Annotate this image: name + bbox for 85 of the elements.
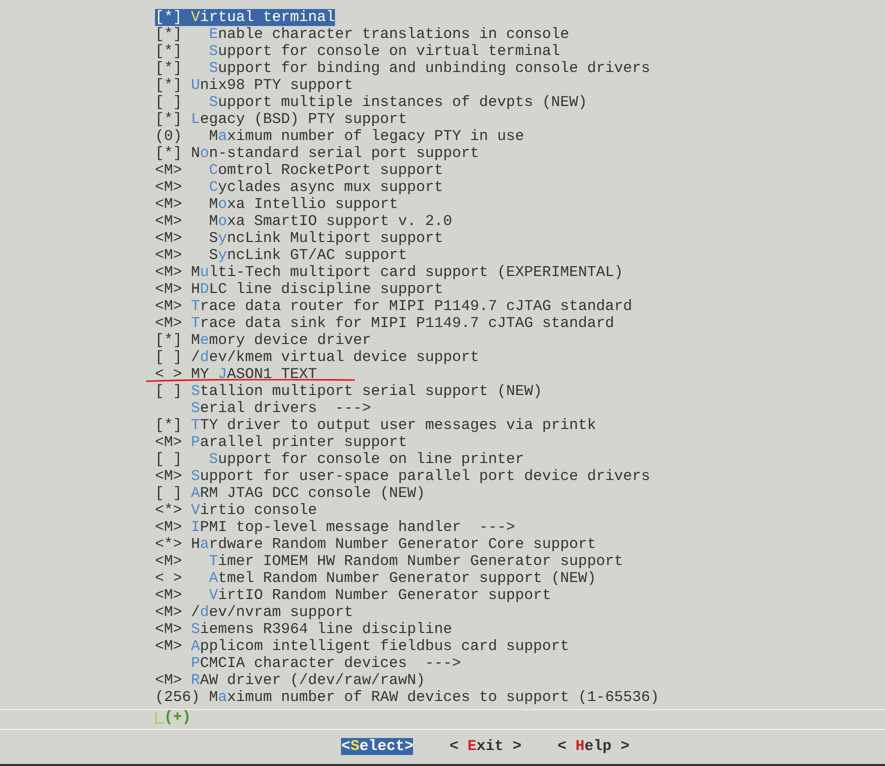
option-state: <M>: [155, 179, 182, 196]
menu-item[interactable]: HDLC line discipline support: [191, 281, 444, 298]
option-state: <*>: [155, 502, 182, 519]
option-state: [*]: [155, 9, 192, 26]
menu-item[interactable]: Maximum number of legacy PTY in use: [209, 128, 524, 145]
menu-item[interactable]: Timer IOMEM HW Random Number Generator support: [209, 553, 624, 570]
menu-item[interactable]: Moxa SmartIO support v. 2.0: [209, 213, 452, 230]
option-state: <M>: [155, 281, 182, 298]
option-state: <M>: [155, 587, 182, 604]
menu-item[interactable]: Maximum number of RAW devices to support (1-65536): [209, 689, 660, 706]
option-state: < >: [155, 366, 182, 383]
option-state: <M>: [155, 315, 182, 332]
option-state: [ ]: [155, 94, 182, 111]
menu-item[interactable]: Cyclades async mux support: [209, 179, 444, 196]
option-state: [*]: [155, 26, 182, 43]
more-indicator: (+): [164, 710, 192, 726]
menu-item[interactable]: Memory device driver: [191, 332, 372, 349]
menu-item[interactable]: Moxa Intellio support: [209, 196, 398, 213]
menu-item[interactable]: Serial drivers --->: [191, 400, 372, 417]
option-state: (256): [155, 689, 200, 706]
option-state: <M>: [155, 553, 182, 570]
option-state: <M>: [155, 621, 182, 638]
option-state: <M>: [155, 298, 182, 315]
menu-item[interactable]: Non-standard serial port support: [191, 145, 480, 162]
option-state: [*]: [155, 77, 182, 94]
menu-item[interactable]: Legacy (BSD) PTY support: [191, 111, 408, 128]
option-state: <M>: [155, 247, 182, 264]
option-state: <M>: [155, 213, 182, 230]
menu-item[interactable]: Hardware Random Number Generator Core support: [191, 536, 596, 553]
option-state: [ ]: [155, 451, 182, 468]
menu-item[interactable]: Virtio console: [191, 502, 318, 519]
option-state: <M>: [155, 519, 182, 536]
option-state: <M>: [155, 604, 182, 621]
menu-item[interactable]: IPMI top-level message handler --->: [191, 519, 516, 536]
option-state: [*]: [155, 332, 182, 349]
corner-line-icon: [155, 712, 164, 724]
option-state: <M>: [155, 264, 182, 281]
menu-item[interactable]: VirtIO Random Number Generator support: [209, 587, 552, 604]
menu-item[interactable]: PCMCIA character devices --->: [191, 655, 462, 672]
dialog-button[interactable]: <Select>: [341, 738, 414, 755]
menu-item[interactable]: SyncLink Multiport support: [209, 230, 444, 247]
menu-item[interactable]: /dev/nvram support: [191, 604, 354, 621]
menu-item[interactable]: Parallel printer support: [191, 434, 408, 451]
menu-item[interactable]: Enable character translations in console: [209, 26, 570, 43]
option-state: <M>: [155, 162, 182, 179]
option-state: <M>: [155, 468, 182, 485]
option-state: [*]: [155, 111, 182, 128]
menu-item[interactable]: ARM JTAG DCC console (NEW): [191, 485, 426, 502]
menu-item[interactable]: Support for binding and unbinding console drivers: [209, 60, 650, 77]
menu-item[interactable]: Virtual terminal: [191, 9, 336, 26]
menu-item[interactable]: Comtrol RocketPort support: [209, 162, 444, 179]
option-state: [*]: [155, 145, 182, 162]
menu-item[interactable]: Support for console on virtual terminal: [209, 43, 560, 60]
option-state: [ ]: [155, 383, 182, 400]
option-state: <M>: [155, 196, 182, 213]
menu-item[interactable]: Support multiple instances of devpts (NEW): [209, 94, 588, 111]
menu-item[interactable]: Support for console on line printer: [209, 451, 524, 468]
dialog-button[interactable]: < Help >: [558, 738, 630, 755]
menu-item[interactable]: Atmel Random Number Generator support (NEW): [209, 570, 596, 587]
menu-item[interactable]: Multi-Tech multiport card support (EXPERIMENTAL): [191, 264, 624, 281]
menu-item[interactable]: /dev/kmem virtual device support: [191, 349, 480, 366]
menu-item[interactable]: SyncLink GT/AC support: [209, 247, 408, 264]
dialog-button[interactable]: < Exit >: [449, 738, 522, 755]
option-state: [ ]: [155, 349, 182, 366]
option-state: <*>: [155, 536, 182, 553]
menu-item[interactable]: Trace data sink for MIPI P1149.7 cJTAG standard: [191, 315, 614, 332]
option-state: [ ]: [155, 485, 182, 502]
option-state: [*]: [155, 60, 182, 77]
menu-item[interactable]: RAW driver (/dev/raw/rawN): [191, 672, 426, 689]
option-state: <M>: [155, 230, 182, 247]
option-state: <M>: [155, 638, 182, 655]
menu-item[interactable]: Siemens R3964 line discipline: [191, 621, 452, 638]
option-state: <M>: [155, 672, 182, 689]
option-state: (0): [155, 128, 182, 145]
menu-item[interactable]: Applicom intelligent fieldbus card support: [191, 638, 570, 655]
menu-item[interactable]: Unix98 PTY support: [191, 77, 354, 94]
option-state: [*]: [155, 417, 182, 434]
menu-item[interactable]: Support for user-space parallel port device drivers: [191, 468, 650, 485]
option-state: <M>: [155, 434, 182, 451]
option-state: < >: [155, 570, 182, 587]
menu-item[interactable]: Stallion multiport serial support (NEW): [191, 383, 542, 400]
menu-item[interactable]: MY JASON1 TEXT: [191, 366, 318, 383]
menu-item[interactable]: Trace data router for MIPI P1149.7 cJTAG standard: [191, 298, 632, 315]
menu-item[interactable]: TTY driver to output user messages via printk: [191, 417, 596, 434]
option-state: [*]: [155, 43, 182, 60]
